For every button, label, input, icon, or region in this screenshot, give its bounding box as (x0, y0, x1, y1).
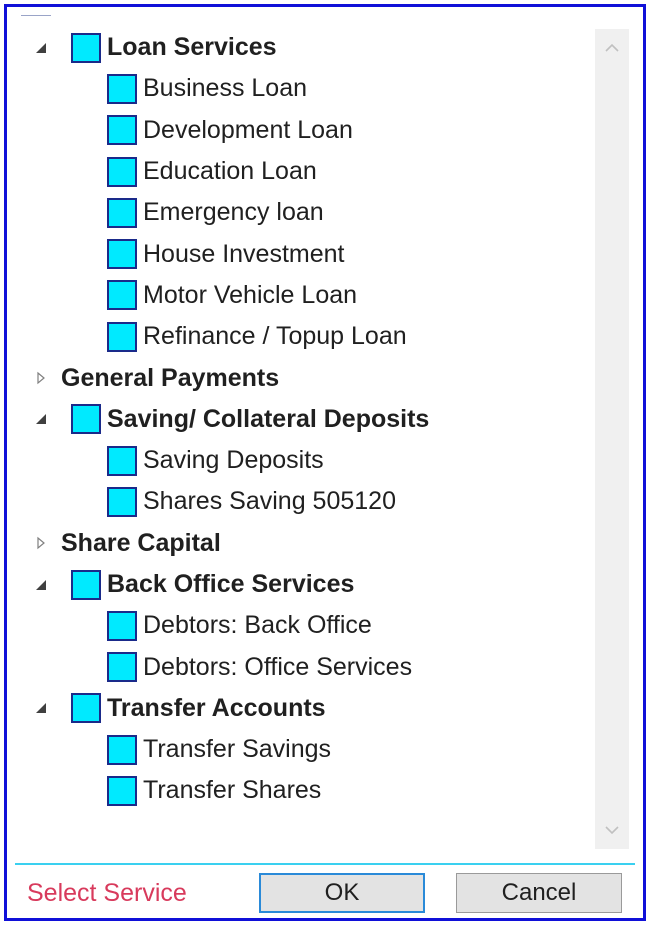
tree-group-row[interactable]: Share Capital (7, 523, 603, 564)
service-tree[interactable]: Loan Services Business Loan Development Lo… (7, 27, 603, 847)
tree-item-row[interactable]: Development Loan (7, 110, 603, 151)
item-checkbox[interactable] (107, 652, 137, 683)
footer-divider (15, 863, 635, 865)
tree-group-label: General Payments (61, 363, 280, 392)
tree-item-row[interactable]: Transfer Shares (7, 770, 603, 811)
tree-item-label: Education Loan (143, 157, 317, 186)
tree-item-label: House Investment (143, 239, 345, 268)
item-checkbox[interactable] (107, 280, 137, 311)
tree-item-row[interactable]: Emergency loan (7, 192, 603, 233)
group-checkbox[interactable] (71, 404, 101, 435)
group-checkbox[interactable] (71, 693, 101, 724)
vertical-scrollbar[interactable] (595, 29, 629, 849)
scroll-up-button[interactable] (595, 33, 629, 63)
item-checkbox[interactable] (107, 775, 137, 806)
item-checkbox[interactable] (107, 610, 137, 641)
tree-item-row[interactable]: Transfer Savings (7, 729, 603, 770)
expanded-triangle-icon[interactable] (33, 40, 49, 56)
tree-group-label: Saving/ Collateral Deposits (107, 404, 430, 433)
item-checkbox[interactable] (107, 239, 137, 270)
service-selector-dialog: Loan Services Business Loan Development Lo… (4, 4, 646, 921)
tree-group-label: Back Office Services (107, 570, 355, 598)
item-checkbox[interactable] (107, 734, 137, 765)
tree-item-label: Shares Saving 505120 (143, 487, 396, 516)
tree-item-label: Emergency loan (143, 198, 324, 227)
tree-item-label: Transfer Savings (143, 735, 332, 764)
tree-group-label: Loan Services (107, 33, 277, 62)
tree-item-label: Transfer Shares (143, 776, 322, 805)
expanded-triangle-icon[interactable] (33, 577, 49, 593)
tree-item-row[interactable]: Education Loan (7, 151, 603, 192)
group-checkbox[interactable] (71, 569, 101, 600)
tree-item-row[interactable]: Shares Saving 505120 (7, 481, 603, 522)
ok-button[interactable]: OK (259, 873, 425, 913)
tree-group-row[interactable]: General Payments (7, 357, 603, 398)
group-checkbox[interactable] (71, 32, 101, 63)
tree-item-row[interactable]: Motor Vehicle Loan (7, 275, 603, 316)
chevron-down-icon (605, 826, 619, 835)
tree-item-row[interactable]: Debtors: Office Services (7, 646, 603, 687)
item-checkbox[interactable] (107, 486, 137, 517)
expanded-triangle-icon[interactable] (33, 700, 49, 716)
tree-group-row[interactable]: Transfer Accounts (7, 688, 603, 729)
item-checkbox[interactable] (107, 445, 137, 476)
tree-group-label: Transfer Accounts (107, 693, 326, 722)
tree-item-row[interactable]: Debtors: Back Office (7, 605, 603, 646)
collapsed-triangle-icon[interactable] (33, 535, 49, 551)
tree-item-row[interactable]: House Investment (7, 233, 603, 274)
tree-item-label: Motor Vehicle Loan (143, 280, 358, 309)
tree-item-row[interactable]: Business Loan (7, 68, 603, 109)
scroll-down-button[interactable] (595, 815, 629, 845)
tree-group-row[interactable]: Saving/ Collateral Deposits (7, 399, 603, 440)
tree-item-label: Saving Deposits (143, 446, 324, 475)
tree-group-label: Share Capital (61, 528, 221, 557)
expanded-triangle-icon[interactable] (33, 411, 49, 427)
tree-item-label: Refinance / Topup Loan (143, 322, 407, 351)
tree-item-label: Debtors: Back Office (143, 611, 372, 640)
tree-item-label: Development Loan (143, 115, 353, 144)
cancel-button[interactable]: Cancel (456, 873, 622, 913)
item-checkbox[interactable] (107, 197, 137, 228)
tree-group-row[interactable]: Loan Services (7, 27, 603, 68)
tree-item-row[interactable]: Refinance / Topup Loan (7, 316, 603, 357)
tree-item-label: Debtors: Office Services (143, 652, 413, 681)
chevron-up-icon (605, 43, 619, 52)
item-checkbox[interactable] (107, 156, 137, 187)
item-checkbox[interactable] (107, 321, 137, 352)
item-checkbox[interactable] (107, 73, 137, 104)
collapsed-triangle-icon[interactable] (33, 370, 49, 386)
tree-item-label: Business Loan (143, 74, 308, 103)
window-corner-decoration (21, 7, 51, 16)
status-text: Select Service (27, 879, 187, 907)
tree-item-row[interactable]: Saving Deposits (7, 440, 603, 481)
item-checkbox[interactable] (107, 115, 137, 146)
tree-group-row[interactable]: Back Office Services (7, 564, 603, 605)
